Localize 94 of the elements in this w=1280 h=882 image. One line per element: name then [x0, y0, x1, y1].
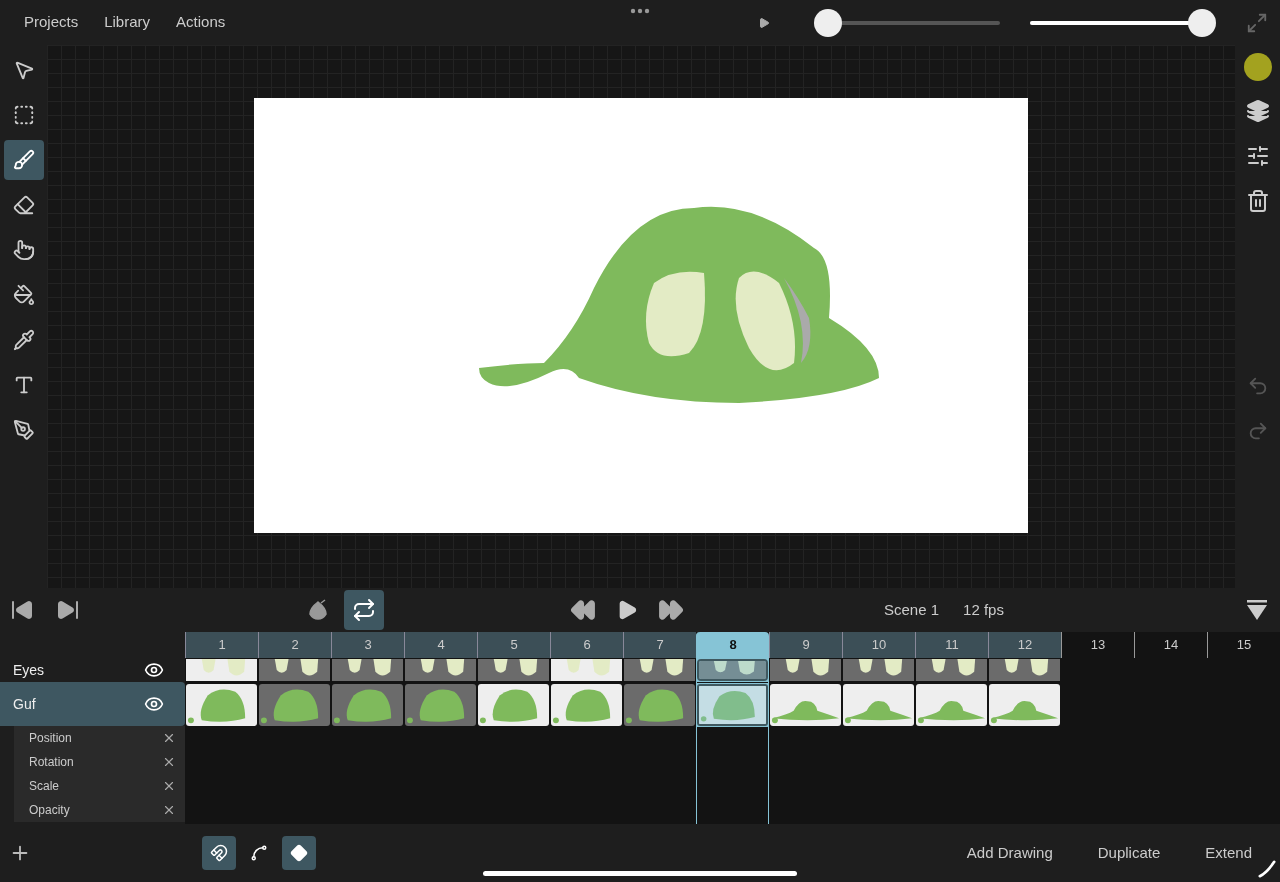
frame-number[interactable]: 3: [331, 632, 404, 658]
frame-cell[interactable]: [696, 658, 769, 682]
frame-cell[interactable]: [258, 658, 331, 682]
frame-cell[interactable]: [842, 658, 915, 682]
mode-button[interactable]: [282, 836, 316, 870]
frame-number[interactable]: 2: [258, 632, 331, 658]
previous-frame-icon[interactable]: [10, 598, 34, 622]
menu-item[interactable]: Projects: [24, 11, 79, 34]
frame-cell[interactable]: [550, 683, 623, 727]
scene-name[interactable]: Scene 1: [884, 598, 940, 622]
frame-cell[interactable]: [769, 683, 842, 727]
frame-cell[interactable]: [477, 683, 550, 727]
property-name: Opacity: [29, 802, 70, 819]
layers-icon[interactable]: [1245, 99, 1270, 123]
frame-number[interactable]: 11: [915, 632, 988, 658]
property-row[interactable]: Rotation: [14, 750, 185, 774]
eye-icon[interactable]: [144, 694, 164, 714]
pen-nib-icon: [12, 419, 35, 441]
action-button[interactable]: Duplicate: [1097, 841, 1161, 865]
property-name: Scale: [29, 778, 60, 795]
keyframe-icon: [290, 844, 308, 862]
magnet-icon: [210, 844, 228, 862]
frame-number[interactable]: 15: [1207, 632, 1280, 658]
frame-number[interactable]: 13: [1061, 632, 1134, 658]
frame-cell[interactable]: [915, 683, 988, 727]
frame-cell[interactable]: [842, 683, 915, 727]
frame-cell[interactable]: [623, 658, 696, 682]
onion-icon: [306, 598, 330, 622]
frame-number[interactable]: 12: [988, 632, 1061, 658]
tool-button[interactable]: [3, 140, 44, 180]
frame-cell[interactable]: [404, 658, 477, 682]
eyedropper-icon: [12, 329, 35, 351]
menu-item[interactable]: Actions: [176, 11, 226, 34]
frame-number[interactable]: 7: [623, 632, 696, 658]
frame-number[interactable]: 5: [477, 632, 550, 658]
paint-bucket-icon: [12, 284, 35, 306]
frame-cell[interactable]: [331, 658, 404, 682]
trash-icon[interactable]: [1245, 189, 1270, 213]
color-swatch[interactable]: [1243, 53, 1272, 81]
play-icon[interactable]: [758, 16, 770, 29]
property-row[interactable]: Opacity: [14, 798, 185, 822]
more-icon[interactable]: [630, 8, 650, 14]
pencil-icon[interactable]: [1258, 860, 1276, 878]
next-frame-icon[interactable]: [56, 598, 80, 622]
rewind-icon[interactable]: [570, 597, 596, 623]
action-button[interactable]: Add Drawing: [966, 841, 1053, 865]
frame-number[interactable]: 4: [404, 632, 477, 658]
mode-button[interactable]: [202, 836, 236, 870]
frame-number[interactable]: 9: [769, 632, 842, 658]
menu-item[interactable]: Library: [104, 11, 151, 34]
brush-icon: [12, 149, 35, 171]
property-row[interactable]: Position: [14, 726, 185, 750]
frame-number[interactable]: 10: [842, 632, 915, 658]
loop-button[interactable]: [344, 590, 384, 630]
remove-icon[interactable]: [162, 803, 176, 817]
frame-cell[interactable]: [331, 683, 404, 727]
remove-icon[interactable]: [162, 731, 176, 745]
expand-icon[interactable]: [1246, 11, 1268, 34]
frame-cell[interactable]: [915, 658, 988, 682]
marquee-icon: [12, 104, 35, 126]
frame-cell[interactable]: [185, 683, 258, 727]
remove-icon[interactable]: [162, 779, 176, 793]
fps-label[interactable]: 12 fps: [963, 598, 1004, 622]
layer-row[interactable]: Eyes: [0, 658, 185, 682]
finger-icon: [12, 239, 35, 261]
frame-number[interactable]: 6: [550, 632, 623, 658]
frame-cell[interactable]: [988, 683, 1061, 727]
layer-name: Eyes: [13, 660, 45, 680]
remove-icon[interactable]: [162, 755, 176, 769]
property-name: Rotation: [29, 754, 74, 771]
dropdown-icon[interactable]: [1246, 599, 1268, 621]
frame-cell[interactable]: [696, 683, 769, 727]
frame-cell[interactable]: [258, 683, 331, 727]
loop-icon: [352, 598, 376, 622]
frame-cell[interactable]: [988, 658, 1061, 682]
action-button[interactable]: Extend: [1205, 841, 1252, 865]
fast-forward-icon[interactable]: [658, 597, 684, 623]
adjustments-icon[interactable]: [1245, 144, 1270, 168]
layer-name: Guf: [13, 694, 36, 714]
property-name: Position: [29, 730, 72, 747]
frame-cell[interactable]: [623, 683, 696, 727]
frame-number[interactable]: 8: [696, 632, 769, 658]
path-icon: [250, 844, 268, 862]
frame-number[interactable]: 1: [185, 632, 258, 658]
eraser-icon: [12, 194, 35, 216]
frame-cell[interactable]: [477, 658, 550, 682]
frame-number[interactable]: 14: [1134, 632, 1207, 658]
layer-row[interactable]: Guf: [0, 682, 185, 726]
eye-icon[interactable]: [144, 660, 164, 680]
frame-cell[interactable]: [404, 683, 477, 727]
frame-cell[interactable]: [769, 658, 842, 682]
frame-cell[interactable]: [550, 658, 623, 682]
frame-cell[interactable]: [185, 658, 258, 682]
property-row[interactable]: Scale: [14, 774, 185, 798]
